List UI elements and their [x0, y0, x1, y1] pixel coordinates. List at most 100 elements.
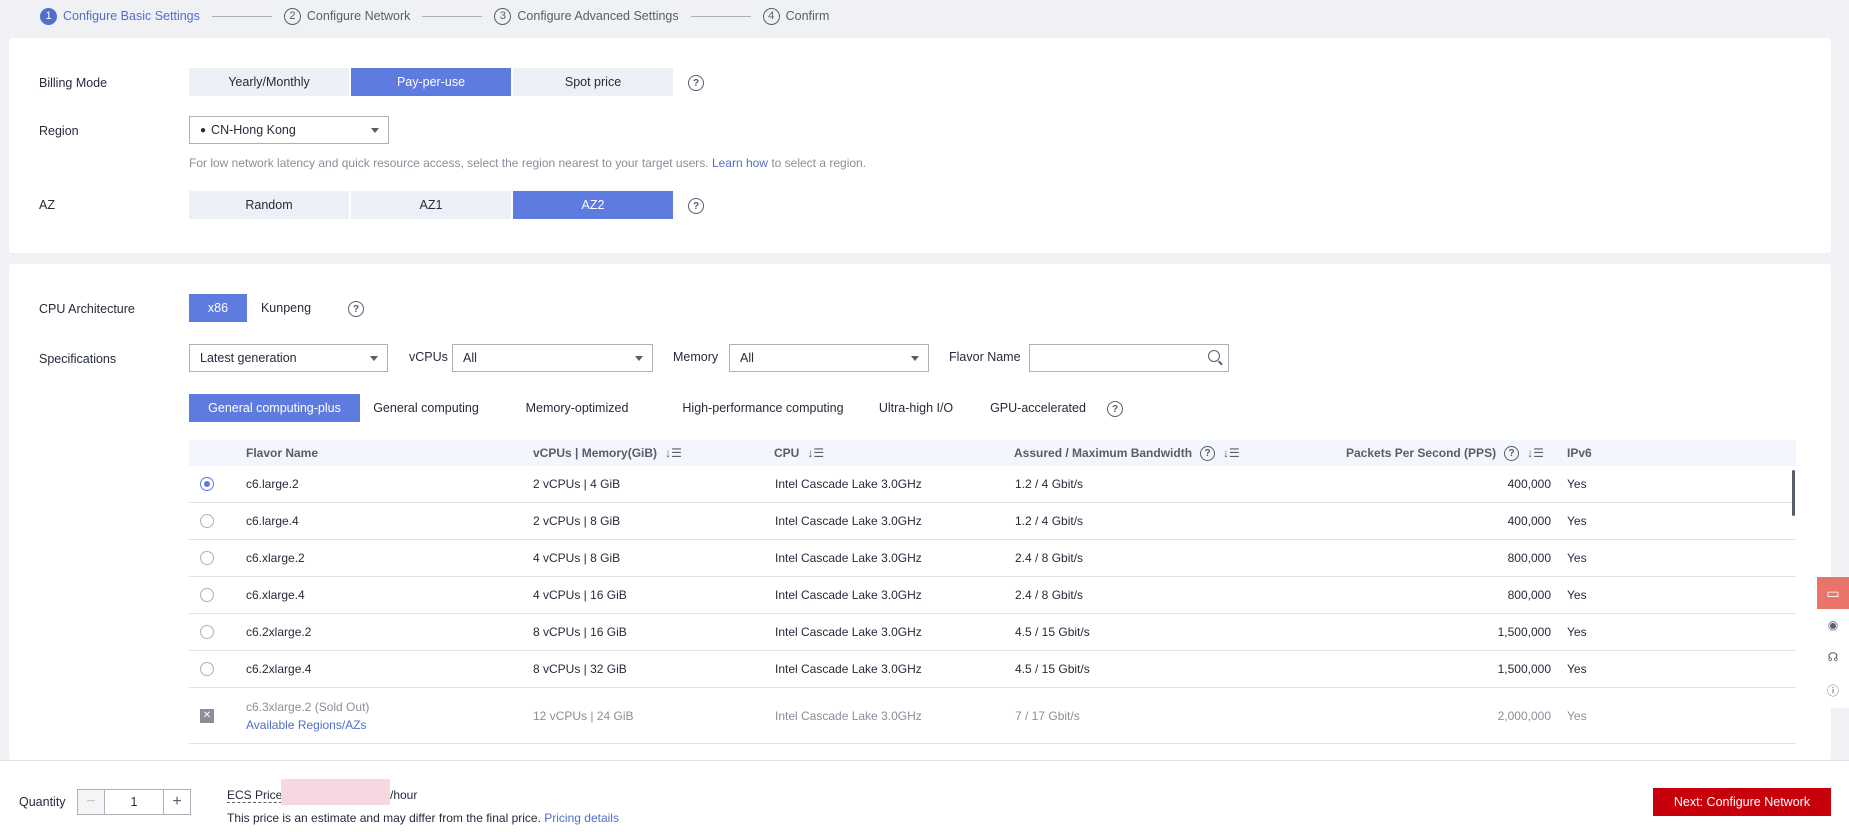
step-label: Configure Advanced Settings — [517, 9, 679, 23]
region-hint: For low network latency and quick resour… — [189, 156, 866, 170]
row-radio[interactable] — [200, 477, 214, 491]
question-circle-icon[interactable]: ? — [348, 301, 364, 317]
table-row[interactable]: c6.xlarge.4 4 vCPUs | 16 GiB Intel Casca… — [189, 577, 1796, 614]
step-configure-advanced[interactable]: 3 Configure Advanced Settings — [494, 7, 679, 25]
sort-icon[interactable]: ↓☰ — [807, 446, 824, 460]
col-cpu[interactable]: CPU ↓☰ — [774, 440, 824, 466]
col-pps-label: Packets Per Second (PPS) — [1346, 446, 1497, 460]
region-select[interactable]: ● CN-Hong Kong — [189, 116, 389, 144]
col-cpu-label: CPU — [774, 446, 800, 460]
table-scrollbar[interactable] — [1792, 470, 1795, 516]
table-row[interactable]: c6.large.4 2 vCPUs | 8 GiB Intel Cascade… — [189, 503, 1796, 540]
az-option-random[interactable]: Random — [189, 191, 349, 219]
pricing-details-link[interactable]: Pricing details — [544, 811, 619, 825]
cell-bandwidth: 4.5 / 15 Gbit/s — [1015, 625, 1090, 639]
cell-cpu: Intel Cascade Lake 3.0GHz — [775, 625, 922, 639]
bottom-bar: Quantity − 1 + ECS Price /hour This pric… — [0, 760, 1849, 832]
step-label: Configure Basic Settings — [63, 9, 200, 23]
step-label: Confirm — [785, 9, 830, 23]
question-circle-icon[interactable]: ⓘ — [1827, 682, 1839, 699]
decrement-button[interactable]: − — [78, 790, 104, 814]
table-row[interactable]: c6.2xlarge.2 8 vCPUs | 16 GiB Intel Casc… — [189, 614, 1796, 651]
table-row[interactable]: c6.2xlarge.4 8 vCPUs | 32 GiB Intel Casc… — [189, 651, 1796, 688]
cell-bandwidth: 4.5 / 15 Gbit/s — [1015, 662, 1090, 676]
type-gpu-accelerated[interactable]: GPU-accelerated — [983, 394, 1093, 422]
price-note: This price is an estimate and may differ… — [227, 811, 619, 825]
step-confirm[interactable]: 4 Confirm — [762, 7, 830, 25]
az-option-az2[interactable]: AZ2 — [513, 191, 673, 219]
az-label: AZ — [39, 198, 55, 212]
chevron-down-icon — [371, 128, 379, 133]
cpu-arch-kunpeng[interactable]: Kunpeng — [257, 294, 315, 322]
question-circle-icon[interactable]: ? — [1200, 445, 1216, 461]
az-option-az1[interactable]: AZ1 — [351, 191, 511, 219]
question-circle-icon[interactable]: ? — [688, 198, 704, 214]
table-row[interactable]: c6.large.2 2 vCPUs | 4 GiB Intel Cascade… — [189, 466, 1796, 503]
billing-option-yearly-monthly[interactable]: Yearly/Monthly — [189, 68, 349, 96]
sort-icon[interactable]: ↓☰ — [1527, 446, 1544, 460]
type-high-performance-computing[interactable]: High-performance computing — [663, 394, 863, 422]
col-pps[interactable]: Packets Per Second (PPS) ? ↓☰ — [1346, 440, 1544, 466]
question-circle-icon[interactable]: ? — [688, 75, 704, 91]
billing-option-spot-price[interactable]: Spot price — [513, 68, 673, 96]
question-circle-icon[interactable]: ? — [1107, 401, 1123, 417]
cell-pps: 400,000 — [1507, 477, 1551, 491]
flavor-name-search-input[interactable] — [1029, 344, 1229, 372]
col-flavor-name: Flavor Name — [246, 446, 319, 460]
cell-pps: 800,000 — [1507, 588, 1551, 602]
learn-how-link[interactable]: Learn how — [712, 156, 768, 170]
cpu-arch-x86[interactable]: x86 — [189, 294, 247, 322]
increment-button[interactable]: + — [164, 790, 190, 814]
generation-select[interactable]: Latest generation — [189, 344, 388, 372]
price-value-redacted — [281, 779, 390, 805]
cell-cpu: Intel Cascade Lake 3.0GHz — [775, 477, 922, 491]
row-radio[interactable] — [200, 588, 214, 602]
type-ultra-high-io[interactable]: Ultra-high I/O — [861, 394, 971, 422]
table-row[interactable]: c6.xlarge.2 4 vCPUs | 8 GiB Intel Cascad… — [189, 540, 1796, 577]
feedback-icon[interactable]: ▭ — [1817, 577, 1849, 609]
vcpus-select[interactable]: All — [452, 344, 653, 372]
type-general-computing-plus[interactable]: General computing-plus — [189, 394, 360, 422]
row-radio[interactable] — [200, 625, 214, 639]
headset-icon[interactable]: ☊ — [1828, 650, 1839, 664]
chevron-down-icon — [370, 356, 378, 361]
region-hint-text-end: to select a region. — [771, 156, 867, 170]
col-vcpus-memory[interactable]: vCPUs | Memory(GiB) ↓☰ — [533, 440, 682, 466]
row-radio[interactable] — [200, 551, 214, 565]
region-hint-text: For low network latency and quick resour… — [189, 156, 709, 170]
region-label: Region — [39, 124, 79, 138]
step-configure-network[interactable]: 2 Configure Network — [283, 7, 410, 25]
row-radio[interactable] — [200, 514, 214, 528]
eye-icon[interactable]: ◉ — [1828, 618, 1838, 632]
specifications-label: Specifications — [39, 352, 117, 366]
cell-vcpu-mem: 4 vCPUs | 8 GiB — [533, 551, 621, 565]
flavor-table: Flavor Name vCPUs | Memory(GiB) ↓☰ CPU ↓… — [189, 440, 1796, 744]
row-radio[interactable] — [200, 662, 214, 676]
step-configure-basic[interactable]: 1 Configure Basic Settings — [40, 7, 200, 25]
quantity-input[interactable]: 1 — [104, 790, 164, 814]
region-value: CN-Hong Kong — [211, 123, 296, 137]
cell-vcpu-mem: 12 vCPUs | 24 GiB — [533, 708, 634, 723]
memory-value: All — [740, 351, 754, 365]
cell-bandwidth: 1.2 / 4 Gbit/s — [1015, 477, 1084, 491]
col-bandwidth[interactable]: Assured / Maximum Bandwidth ? ↓☰ — [1014, 440, 1240, 466]
type-memory-optimized[interactable]: Memory-optimized — [519, 394, 635, 422]
cell-flavor: c6.3xlarge.2 (Sold Out) — [246, 699, 370, 714]
sort-icon[interactable]: ↓☰ — [665, 446, 682, 460]
step-number: 3 — [494, 7, 512, 25]
memory-select[interactable]: All — [729, 344, 929, 372]
billing-option-pay-per-use[interactable]: Pay-per-use — [351, 68, 511, 96]
type-general-computing[interactable]: General computing — [371, 394, 481, 422]
ecs-price-label[interactable]: ECS Price — [227, 788, 283, 803]
cell-ipv6: Yes — [1567, 588, 1587, 602]
cpu-architecture-label: CPU Architecture — [39, 302, 135, 316]
available-regions-link[interactable]: Available Regions/AZs — [246, 718, 367, 732]
search-icon-handle — [1218, 360, 1223, 366]
cell-vcpu-mem: 4 vCPUs | 16 GiB — [533, 588, 627, 602]
sort-icon[interactable]: ↓☰ — [1223, 446, 1240, 460]
question-circle-icon[interactable]: ? — [1504, 445, 1520, 461]
cell-flavor: c6.2xlarge.2 — [246, 625, 312, 639]
wizard-stepper: 1 Configure Basic Settings 2 Configure N… — [40, 7, 829, 25]
next-configure-network-button[interactable]: Next: Configure Network — [1653, 788, 1831, 816]
generation-value: Latest generation — [200, 351, 297, 365]
